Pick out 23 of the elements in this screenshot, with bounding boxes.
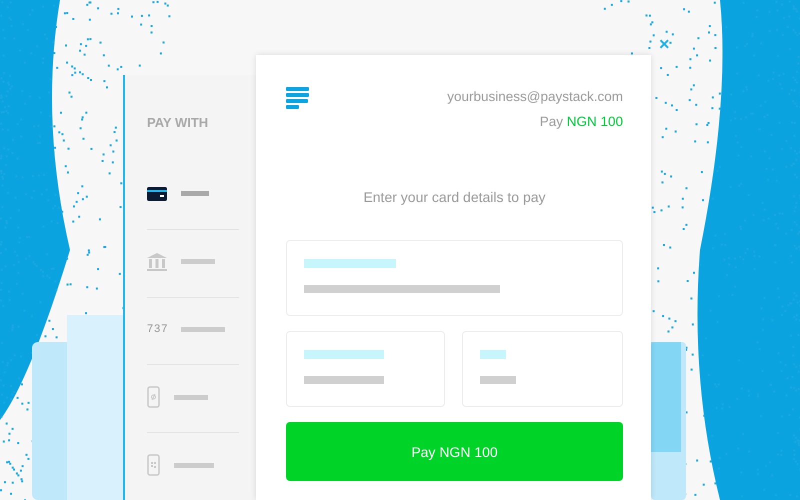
placeholder-bar [174,394,208,400]
placeholder-bar [181,191,209,196]
expiry-field[interactable] [286,331,445,407]
close-button[interactable]: × [659,35,670,53]
sidebar-title: PAY WITH [147,115,210,130]
pay-amount: Pay NGN 100 [540,114,623,129]
cvv-field[interactable] [462,331,623,407]
merchant-email: yourbusiness@paystack.com [447,89,623,104]
ussd-code: 737 [147,323,167,336]
placeholder-bar [480,350,506,359]
stack-logo-icon [286,87,309,109]
bank-icon [147,252,167,271]
card-number-field[interactable] [286,240,623,316]
pay-button[interactable]: Pay NGN 100 [286,422,623,481]
credit-card-icon [147,186,167,201]
payment-method[interactable]: 737 [147,294,239,366]
placeholder-bar [181,326,225,332]
phone-qr-icon [147,454,160,476]
placeholder-bar [181,259,215,264]
phone-icon [147,386,160,408]
instruction-text: Enter your card details to pay [362,189,547,205]
placeholder-bar [174,462,214,468]
placeholder-bar [480,376,516,384]
